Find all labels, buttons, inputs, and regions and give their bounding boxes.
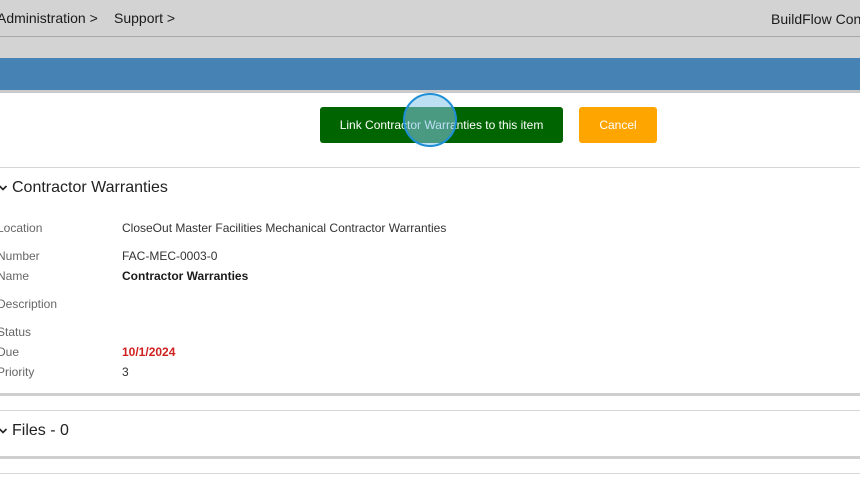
sub-nav-strip	[0, 37, 860, 58]
name-value: Contractor Warranties	[122, 269, 249, 283]
section-title: Contractor Warranties	[12, 179, 168, 196]
description-label: Description	[0, 297, 58, 311]
page-header-band	[0, 58, 860, 93]
top-nav-bar: Administration > Support > BuildFlow Con	[0, 0, 860, 37]
warranties-section-header[interactable]: Contractor Warranties	[0, 179, 168, 197]
files-section-header[interactable]: Files - 0	[0, 422, 69, 440]
chevron-down-icon	[0, 185, 8, 191]
section-divider	[0, 393, 860, 396]
priority-value: 3	[122, 365, 129, 379]
link-warranties-button[interactable]: Link Contractor Warranties to this item	[320, 107, 563, 143]
nav-support[interactable]: Support >	[114, 10, 175, 26]
divider	[0, 473, 860, 474]
cancel-button[interactable]: Cancel	[579, 107, 657, 143]
page: Administration > Support > BuildFlow Con…	[0, 0, 860, 480]
location-value: CloseOut Master Facilities Mechanical Co…	[122, 221, 447, 235]
chevron-down-icon	[0, 428, 8, 434]
divider	[0, 167, 860, 168]
status-label: Status	[0, 325, 32, 339]
location-label: Location	[0, 221, 43, 235]
due-label: Due	[0, 345, 20, 359]
number-label: Number	[0, 249, 40, 263]
priority-label: Priority	[0, 365, 35, 379]
files-section-title: Files - 0	[12, 422, 69, 439]
brand-name: BuildFlow Con	[771, 11, 860, 27]
name-label: Name	[0, 269, 30, 283]
divider	[0, 410, 860, 411]
due-value: 10/1/2024	[122, 345, 176, 359]
nav-administration[interactable]: Administration >	[0, 10, 98, 26]
section-divider	[0, 456, 860, 459]
number-value: FAC-MEC-0003-0	[122, 249, 218, 263]
